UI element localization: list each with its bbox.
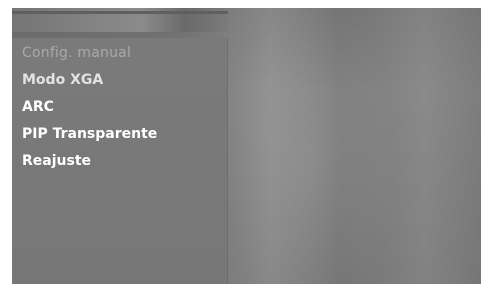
menu-item-config-manual: Config. manual <box>22 45 132 61</box>
menu-item-arc[interactable]: ARC <box>22 94 157 121</box>
tv-screen: Config. manual Modo XGA ARC PIP Transpar… <box>12 8 481 284</box>
menu-header-bar <box>12 8 228 32</box>
menu-item-reajuste[interactable]: Reajuste <box>22 148 157 175</box>
settings-menu-list: Config. manual Modo XGA ARC PIP Transpar… <box>22 40 157 175</box>
menu-item-pip-transparente[interactable]: PIP Transparente <box>22 121 157 148</box>
settings-menu-panel: Config. manual Modo XGA ARC PIP Transpar… <box>12 38 228 284</box>
header-divider <box>12 11 228 14</box>
menu-item-modo-xga[interactable]: Modo XGA <box>22 67 157 94</box>
